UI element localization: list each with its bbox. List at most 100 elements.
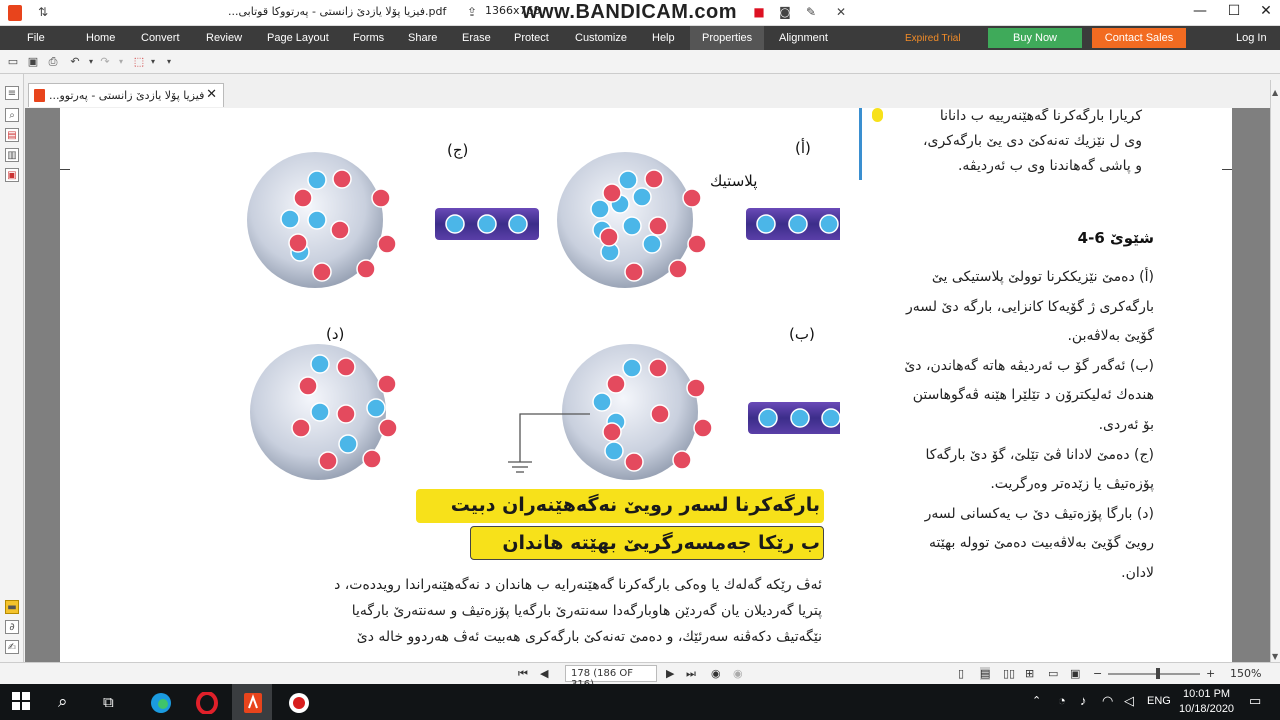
section-heading-line1: بارگەكرنا لسەر رويێ نەگەهێنەران دبيت bbox=[450, 494, 820, 516]
menu-customize[interactable]: Customize bbox=[575, 32, 627, 44]
record-icon[interactable]: ■ bbox=[752, 5, 766, 19]
clock-time[interactable]: 10:01 PM bbox=[1183, 688, 1230, 700]
edge-icon[interactable] bbox=[150, 692, 172, 714]
menu-help[interactable]: Help bbox=[652, 32, 675, 44]
single-page-view-icon[interactable]: ▯ bbox=[958, 667, 964, 680]
close-recorder-icon[interactable]: ✕ bbox=[834, 5, 848, 19]
select-dropdown-icon[interactable]: ▾ bbox=[146, 55, 160, 69]
signature-panel-icon[interactable]: ✍ bbox=[5, 640, 19, 654]
print-icon[interactable]: ⎙ bbox=[46, 55, 60, 69]
caption-line: بۆ ئەردى. bbox=[1098, 416, 1154, 433]
fit-page-icon[interactable]: ▣ bbox=[1070, 667, 1080, 680]
facing-view-icon[interactable]: ▯▯ bbox=[1003, 667, 1015, 680]
search-panel-icon[interactable]: ⌕ bbox=[5, 108, 19, 122]
vertical-scrollbar[interactable]: ▲ ▼ bbox=[1270, 80, 1280, 664]
pdf-app-icon[interactable] bbox=[242, 692, 264, 714]
next-page-icon[interactable]: ▶ bbox=[666, 667, 674, 680]
pin-icon[interactable]: ⇅ bbox=[36, 5, 50, 19]
opera-icon[interactable] bbox=[196, 691, 218, 715]
menu-review[interactable]: Review bbox=[206, 32, 242, 44]
last-page-icon[interactable]: ⏭ bbox=[686, 667, 696, 681]
redo-icon[interactable]: ↷ bbox=[98, 55, 112, 69]
wifi-icon[interactable]: ◠ bbox=[1102, 693, 1113, 709]
caption-line: هندەك ئەليكترۆن د تێلێرا هێنە ڤەگوهاستن bbox=[912, 387, 1154, 404]
people-icon[interactable]: ◔ bbox=[1058, 693, 1066, 708]
zoom-in-icon[interactable]: + bbox=[1206, 667, 1215, 680]
figure-label-b: (ب) bbox=[789, 325, 815, 343]
menu-properties[interactable]: Properties bbox=[702, 32, 752, 44]
zoom-out-icon[interactable]: − bbox=[1093, 667, 1102, 680]
pages-panel-icon[interactable]: ≡ bbox=[5, 86, 19, 100]
first-page-icon[interactable]: ⏮ bbox=[518, 667, 528, 681]
bookmarks-panel-icon[interactable]: ▤ bbox=[5, 128, 19, 142]
prev-page-icon[interactable]: ◀ bbox=[540, 667, 548, 680]
select-tool-icon[interactable]: ⬚ bbox=[132, 55, 146, 69]
figure-label-c: (ج) bbox=[447, 141, 469, 159]
pencil-icon[interactable]: ✎ bbox=[804, 5, 818, 19]
comments-panel-icon[interactable]: ▬ bbox=[5, 600, 19, 614]
grid-view-icon[interactable]: ⊞ bbox=[1025, 667, 1034, 680]
caption-line: (ج) دەمێ لادانا ڤێ تێلێ، گۆ دێ بارگەكا bbox=[925, 446, 1154, 463]
fit-width-icon[interactable]: ▭ bbox=[1048, 667, 1058, 680]
maximize-icon[interactable]: ☐ bbox=[1224, 3, 1244, 21]
section-heading-line2: ب رێكا جەمسەرگريێ بهێتە هاندان bbox=[502, 532, 820, 554]
menu-protect[interactable]: Protect bbox=[514, 32, 549, 44]
forward-view-icon[interactable]: ◉ bbox=[733, 667, 743, 680]
undo-dropdown-icon[interactable]: ▾ bbox=[84, 55, 98, 69]
open-folder-icon[interactable]: ▭ bbox=[6, 55, 20, 69]
menu-share[interactable]: Share bbox=[408, 32, 437, 44]
tray-expand-icon[interactable]: ⌃ bbox=[1032, 694, 1041, 707]
notifications-icon[interactable]: ▭ bbox=[1249, 693, 1261, 709]
plastic-label: پلاستیك bbox=[710, 172, 758, 190]
login-link[interactable]: Log In bbox=[1236, 32, 1267, 44]
crop-mark bbox=[1222, 169, 1232, 170]
customize-toolbar-icon[interactable]: ▾ bbox=[162, 55, 176, 69]
side-note: كريارا بارگەكرنا گەهێنەرييە ب دانانا وى … bbox=[862, 108, 1142, 179]
search-icon[interactable]: ⌕ bbox=[58, 692, 80, 714]
zoom-slider-thumb[interactable] bbox=[1156, 668, 1160, 679]
menu-file[interactable]: File bbox=[27, 32, 45, 44]
menu-forms[interactable]: Forms bbox=[353, 32, 384, 44]
attach-panel-icon[interactable]: ∂ bbox=[5, 620, 19, 634]
contact-sales-button[interactable]: Contact Sales bbox=[1092, 28, 1186, 48]
menu-erase[interactable]: Erase bbox=[462, 32, 491, 44]
camera-icon[interactable]: ◙ bbox=[778, 5, 792, 19]
redo-dropdown-icon[interactable]: ▾ bbox=[114, 55, 128, 69]
pdf-file-icon bbox=[34, 89, 45, 102]
figure-caption-title: شێوێ 6-4 bbox=[1077, 229, 1154, 247]
caption-line: (أ) دەمێ نێزيككرنا توولێ پلاستيكى يێ bbox=[931, 269, 1154, 285]
menu-home[interactable]: Home bbox=[86, 32, 115, 44]
pdf-page[interactable]: (أ) (ج) پلاستیك (ب) (د) كريارا بارگەكرنا… bbox=[60, 108, 1232, 662]
security-panel-icon[interactable]: ▣ bbox=[5, 168, 19, 182]
back-view-icon[interactable]: ◉ bbox=[711, 667, 721, 680]
body-line: پتريا گەرديلان يان گەردێن هاوبارگەدا سەن… bbox=[351, 603, 822, 619]
buy-now-button[interactable]: Buy Now bbox=[988, 28, 1082, 48]
attachments-panel-icon[interactable]: ▥ bbox=[5, 148, 19, 162]
continuous-view-icon[interactable]: ▤ bbox=[980, 667, 991, 680]
language-indicator[interactable]: ENG bbox=[1147, 695, 1171, 707]
zoom-slider-track[interactable] bbox=[1108, 673, 1200, 675]
microphone-icon[interactable]: ♪ bbox=[1080, 693, 1087, 708]
document-tab[interactable]: ...فيزيا پۆلا يازدێ زانستی - پەرتوو ✕ bbox=[28, 83, 224, 107]
minimize-icon[interactable]: — bbox=[1190, 3, 1210, 21]
document-tab-label: ...فيزيا پۆلا يازدێ زانستی - پەرتوو bbox=[49, 89, 205, 102]
save-icon[interactable]: ▣ bbox=[26, 55, 40, 69]
menu-convert[interactable]: Convert bbox=[141, 32, 180, 44]
windows-start-icon[interactable] bbox=[12, 692, 34, 714]
sphere-a bbox=[557, 152, 707, 288]
undo-icon[interactable]: ↶ bbox=[68, 55, 82, 69]
menu-page-layout[interactable]: Page Layout bbox=[267, 32, 329, 44]
bandicam-icon[interactable] bbox=[288, 692, 310, 714]
upload-icon[interactable]: ⇪ bbox=[465, 5, 479, 19]
scroll-down-icon[interactable]: ▼ bbox=[1272, 652, 1278, 661]
body-line: ئەڤ رێكە گەلەك يا وەكى بارگەكرنا گەهێنەر… bbox=[334, 577, 822, 593]
page-number-field[interactable]: 178 (186 OF 316) bbox=[565, 665, 657, 690]
menu-alignment[interactable]: Alignment bbox=[779, 32, 828, 44]
close-tab-icon[interactable]: ✕ bbox=[206, 87, 217, 102]
clock-date[interactable]: 10/18/2020 bbox=[1179, 703, 1234, 715]
scroll-up-icon[interactable]: ▲ bbox=[1272, 88, 1278, 97]
task-view-icon[interactable]: ⧉ bbox=[103, 692, 125, 714]
zoom-level[interactable]: 150% bbox=[1230, 667, 1261, 680]
close-window-icon[interactable]: ✕ bbox=[1256, 3, 1276, 21]
volume-icon[interactable]: ◁ bbox=[1124, 693, 1134, 709]
